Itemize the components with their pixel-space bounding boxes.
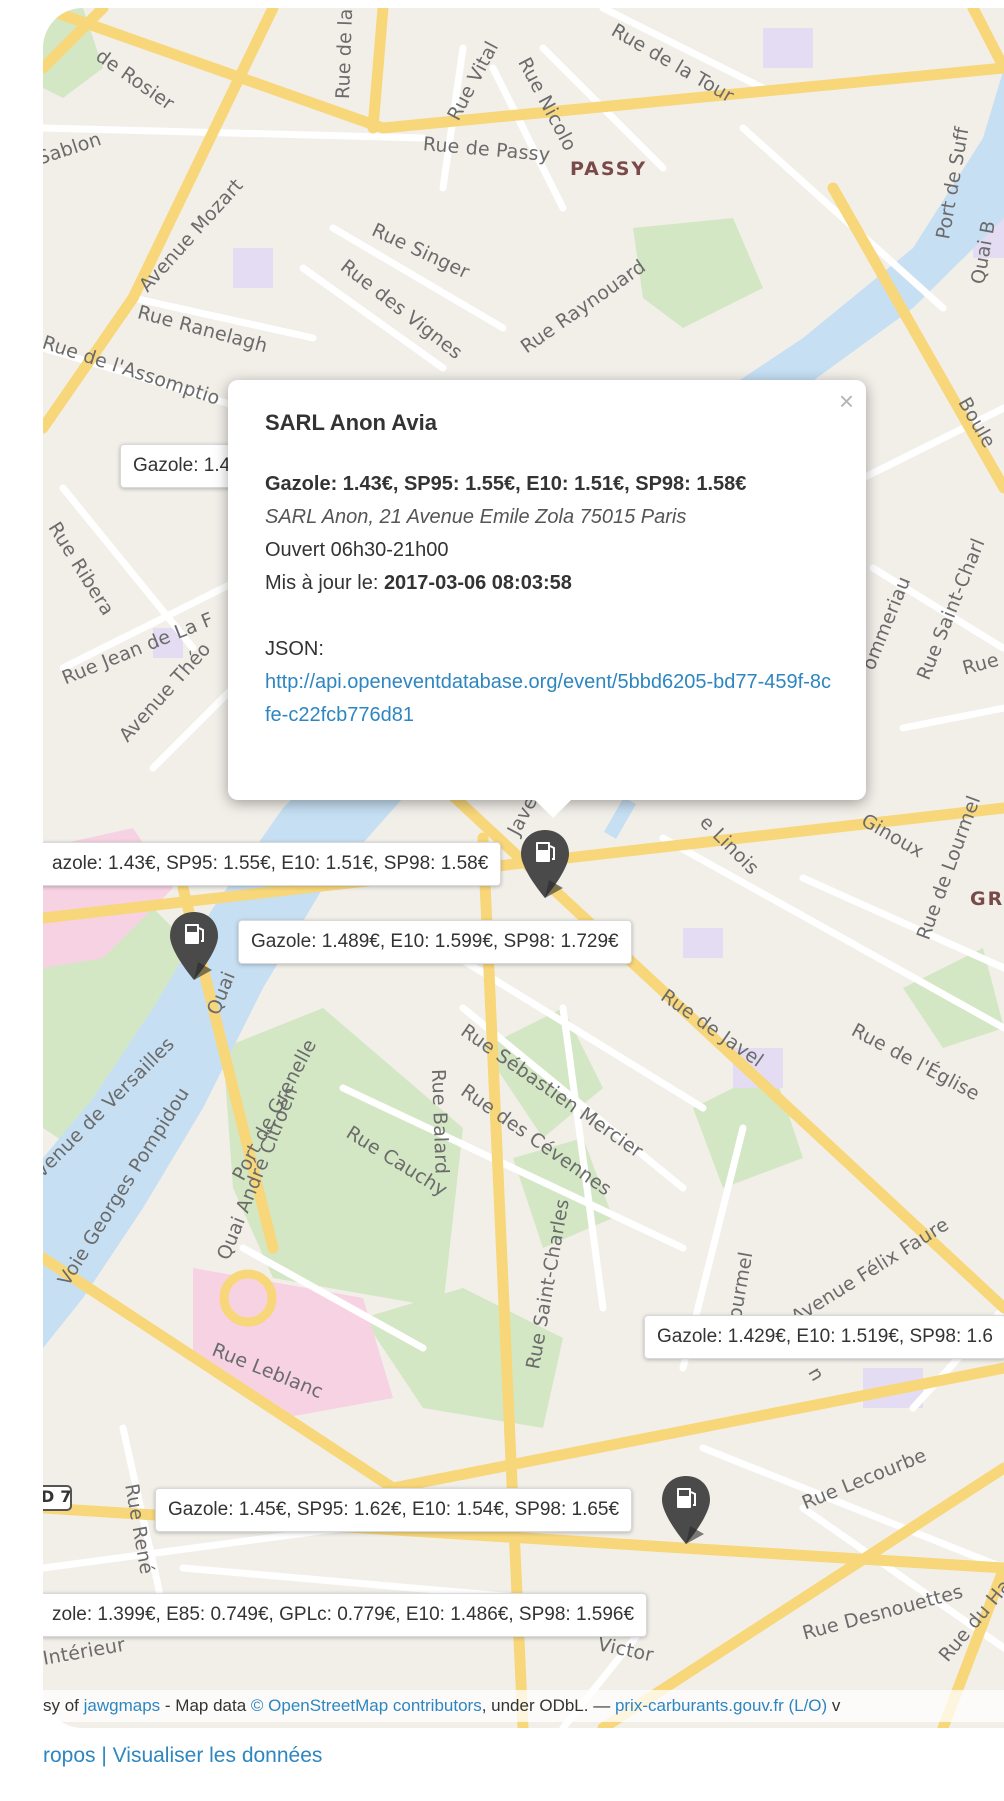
footer-links: ropos | Visualiser les données (43, 1744, 322, 1768)
json-label: JSON: (265, 638, 324, 660)
district-label-gr: GR (970, 888, 1004, 910)
attribution-mid: - Map data (160, 1696, 251, 1715)
updated-value: 2017-03-06 08:03:58 (383, 572, 572, 594)
visualiser-link[interactable]: Visualiser les données (113, 1744, 323, 1767)
fuel-pump-icon (662, 1476, 710, 1544)
station-address: SARL Anon, 21 Avenue Emile Zola 75015 Pa… (265, 506, 687, 528)
map-view[interactable]: D 7 PASSY GR Rue de Passy Rue Vital Rue … (43, 8, 1004, 1728)
apropos-link[interactable]: ropos (43, 1744, 96, 1767)
updated-label: Mis à jour le: (265, 572, 384, 594)
station-name: SARL Anon Avia (265, 410, 437, 435)
footer-separator: | (95, 1744, 113, 1767)
station-updated: Mis à jour le: 2017-03-06 08:03:58 (265, 567, 836, 600)
osm-link[interactable]: © OpenStreetMap contributors (251, 1696, 482, 1715)
json-link[interactable]: http://api.openeventdatabase.org/event/5… (265, 671, 831, 726)
popup-close-button[interactable]: × (839, 386, 854, 417)
district-label-passy: PASSY (570, 158, 648, 180)
gas-station-marker[interactable] (660, 1474, 712, 1546)
price-tag[interactable]: zole: 1.399€, E85: 0.749€, GPLc: 0.779€,… (43, 1593, 648, 1637)
price-tag[interactable]: Gazole: 1.45€, SP95: 1.62€, E10: 1.54€, … (155, 1488, 633, 1532)
price-tag[interactable]: Gazole: 1.4 (120, 444, 244, 488)
fuel-pump-icon (170, 912, 218, 980)
attribution-odbl: , under ODbL. — (481, 1696, 615, 1715)
price-tag[interactable]: Gazole: 1.489€, E10: 1.599€, SP98: 1.729… (238, 920, 632, 964)
station-popup: × SARL Anon Avia Gazole: 1.43€, SP95: 1.… (228, 380, 866, 818)
jawgmaps-link[interactable]: jawgmaps (84, 1696, 161, 1715)
attribution-suffix: v (827, 1696, 841, 1715)
gas-station-marker[interactable] (519, 828, 571, 900)
attribution-prefix: sy of (43, 1696, 84, 1715)
station-hours: Ouvert 06h30-21h00 (265, 539, 449, 561)
price-tag[interactable]: azole: 1.43€, SP95: 1.55€, E10: 1.51€, S… (43, 842, 502, 886)
price-tag[interactable]: Gazole: 1.429€, E10: 1.519€, SP98: 1.6 (644, 1315, 1004, 1359)
gas-station-marker[interactable] (168, 910, 220, 982)
prix-carburants-link[interactable]: prix-carburants.gouv.fr (L/O) (615, 1696, 827, 1715)
map-attribution: sy of jawgmaps - Map data © OpenStreetMa… (43, 1690, 1004, 1722)
fuel-pump-icon (521, 830, 569, 898)
popup-tip (533, 798, 573, 818)
station-prices: Gazole: 1.43€, SP95: 1.55€, E10: 1.51€, … (265, 473, 747, 495)
